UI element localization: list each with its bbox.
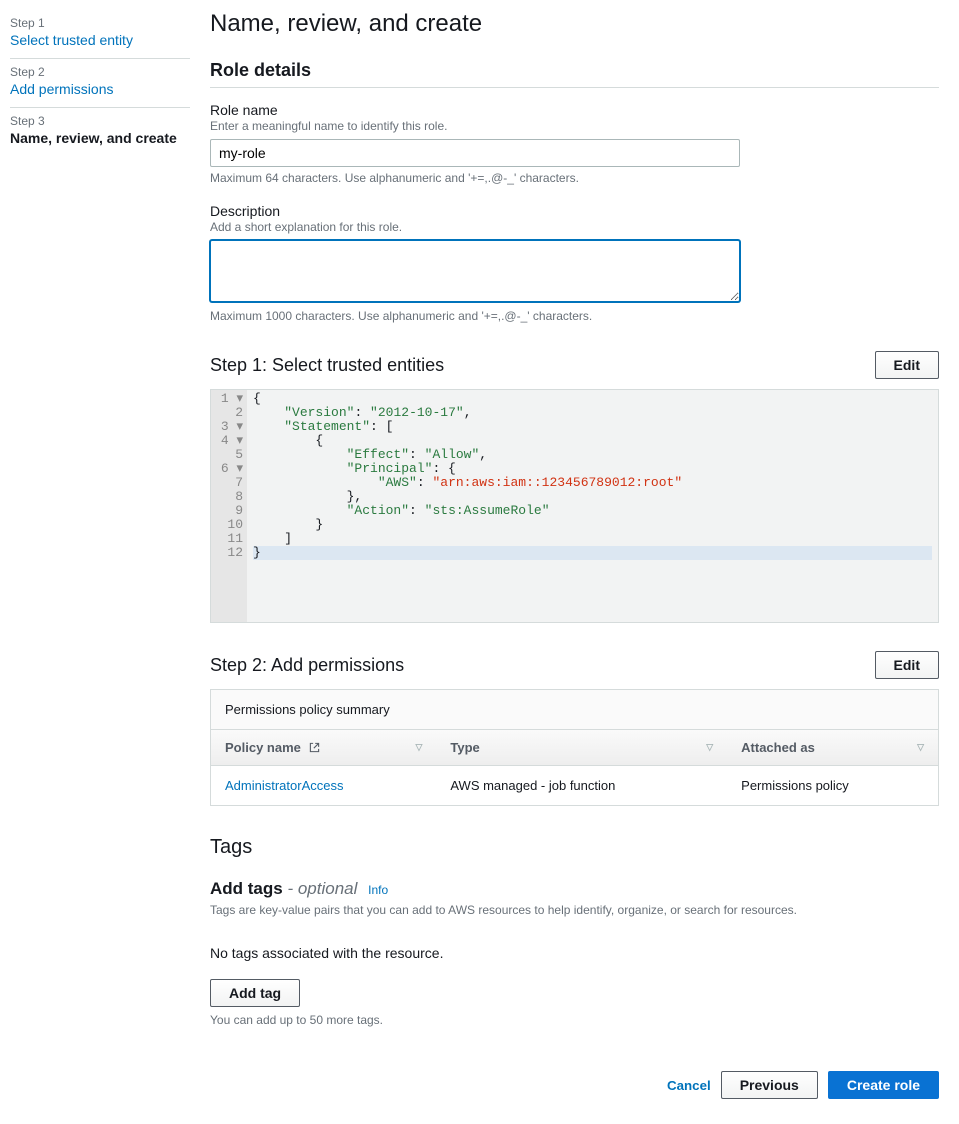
step-title[interactable]: Add permissions <box>10 81 190 97</box>
wizard-sidebar: Step 1 Select trusted entity Step 2 Add … <box>0 0 200 1124</box>
main-content: Name, review, and create Role details Ro… <box>200 0 959 1124</box>
role-name-hint: Enter a meaningful name to identify this… <box>210 119 939 133</box>
col-policy-name[interactable]: Policy name ▽ <box>211 730 436 765</box>
cancel-button[interactable]: Cancel <box>667 1071 711 1099</box>
step-title[interactable]: Select trusted entity <box>10 32 190 48</box>
external-link-icon <box>309 742 320 753</box>
permissions-table-header: Policy name ▽ Type ▽ Attached as ▽ <box>211 729 938 766</box>
step-number: Step 2 <box>10 65 190 79</box>
step-number: Step 1 <box>10 16 190 30</box>
step-title: Name, review, and create <box>10 130 190 146</box>
step1-title: Step 1: Select trusted entities <box>210 355 444 376</box>
sort-icon: ▽ <box>917 742 924 753</box>
optional-label: - optional <box>287 879 357 898</box>
page-title: Name, review, and create <box>210 10 939 38</box>
tags-hint: Tags are key-value pairs that you can ad… <box>210 903 939 917</box>
sidebar-step-1[interactable]: Step 1 Select trusted entity <box>10 10 190 59</box>
previous-button[interactable]: Previous <box>721 1071 818 1099</box>
tags-header: Tags <box>210 836 939 859</box>
step2-header-row: Step 2: Add permissions Edit <box>210 651 939 679</box>
sidebar-step-2[interactable]: Step 2 Add permissions <box>10 59 190 108</box>
step-number: Step 3 <box>10 114 190 128</box>
policy-link[interactable]: AdministratorAccess <box>225 778 343 793</box>
description-input[interactable] <box>210 240 740 302</box>
description-field: Description Add a short explanation for … <box>210 203 939 323</box>
description-constraint: Maximum 1000 characters. Use alphanumeri… <box>210 309 939 323</box>
role-name-label: Role name <box>210 102 939 118</box>
role-details-header: Role details <box>210 60 939 88</box>
step2-edit-button[interactable]: Edit <box>875 651 939 679</box>
col-attached-as[interactable]: Attached as ▽ <box>727 730 938 765</box>
create-role-button[interactable]: Create role <box>828 1071 939 1099</box>
description-label: Description <box>210 203 939 219</box>
col-type[interactable]: Type ▽ <box>436 730 727 765</box>
policy-type-cell: AWS managed - job function <box>436 766 727 805</box>
policy-name-cell: AdministratorAccess <box>211 766 436 805</box>
role-name-field: Role name Enter a meaningful name to ide… <box>210 102 939 185</box>
sidebar-step-3: Step 3 Name, review, and create <box>10 108 190 156</box>
step1-edit-button[interactable]: Edit <box>875 351 939 379</box>
add-tags-row: Add tags - optional Info <box>210 879 939 899</box>
trust-policy-editor[interactable]: 1 ▾ 2 3 ▾ 4 ▾ 5 6 ▾ 7 8 9 10 11 12 { "Ve… <box>210 389 939 623</box>
tags-limit: You can add up to 50 more tags. <box>210 1013 939 1027</box>
line-gutter: 1 ▾ 2 3 ▾ 4 ▾ 5 6 ▾ 7 8 9 10 11 12 <box>211 390 247 622</box>
permissions-summary-caption: Permissions policy summary <box>211 690 938 729</box>
policy-attached-cell: Permissions policy <box>727 766 938 805</box>
no-tags-text: No tags associated with the resource. <box>210 945 939 961</box>
code-body[interactable]: { "Version": "2012-10-17", "Statement": … <box>247 390 938 622</box>
step2-title: Step 2: Add permissions <box>210 655 404 676</box>
table-row: AdministratorAccess AWS managed - job fu… <box>211 766 938 805</box>
sort-icon: ▽ <box>706 742 713 753</box>
description-hint: Add a short explanation for this role. <box>210 220 939 234</box>
sort-icon: ▽ <box>415 742 422 753</box>
footer-actions: Cancel Previous Create role <box>210 1071 939 1099</box>
role-name-constraint: Maximum 64 characters. Use alphanumeric … <box>210 171 939 185</box>
add-tag-button[interactable]: Add tag <box>210 979 300 1007</box>
role-name-input[interactable] <box>210 139 740 167</box>
info-link[interactable]: Info <box>368 883 388 897</box>
add-tags-label: Add tags <box>210 879 283 898</box>
permissions-summary-box: Permissions policy summary Policy name ▽… <box>210 689 939 806</box>
step1-header-row: Step 1: Select trusted entities Edit <box>210 351 939 379</box>
